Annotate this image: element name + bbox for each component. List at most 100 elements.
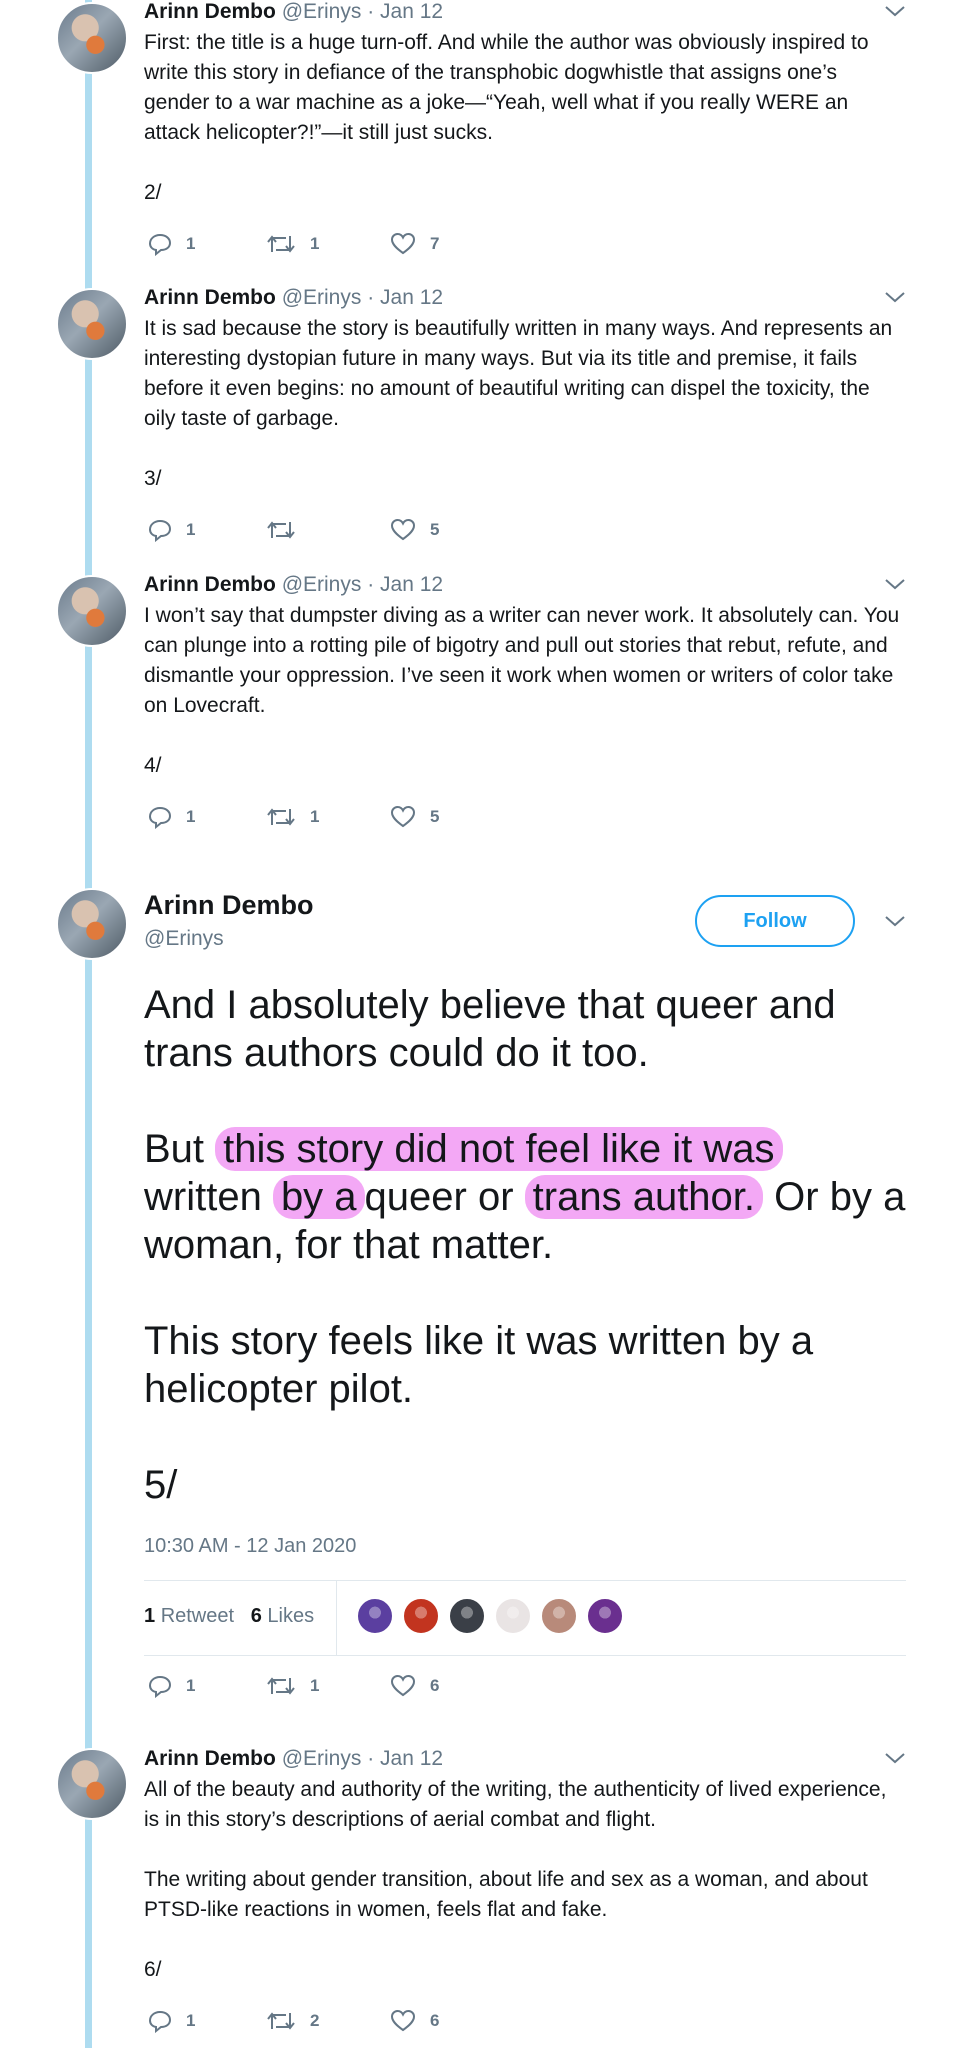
reply-icon: [148, 806, 172, 829]
avatar[interactable]: [56, 1748, 128, 1820]
avatar[interactable]: [56, 575, 128, 647]
retweet-button[interactable]: 2: [266, 2009, 319, 2033]
author-name[interactable]: Arinn Dembo: [144, 573, 276, 596]
retweet-icon: [267, 808, 295, 826]
tweet-date[interactable]: · Jan 12: [367, 286, 443, 309]
retweet-button[interactable]: 1: [266, 232, 319, 256]
heart-icon: [390, 1674, 416, 1697]
retweet-count: 2: [310, 2011, 320, 2030]
tweet-text: It is sad because the story is beautiful…: [144, 314, 906, 434]
like-button[interactable]: 6: [390, 1674, 439, 1698]
text-segment: queer or: [364, 1175, 514, 1219]
tweet-date[interactable]: · Jan 12: [367, 1747, 443, 1770]
highlight-3: trans author.: [524, 1175, 764, 1219]
reply-button[interactable]: 1: [148, 518, 195, 542]
thread-number: 2/: [144, 181, 162, 204]
retweet-icon: [267, 1677, 295, 1695]
chevron-down-icon[interactable]: [884, 4, 906, 18]
tweet-text: First: the title is a huge turn-off. And…: [144, 28, 906, 148]
like-button[interactable]: 7: [390, 232, 439, 256]
retweet-icon: [267, 2012, 295, 2030]
tweet-text: I won’t say that dumpster diving as a wr…: [144, 601, 906, 721]
retweet-total[interactable]: 1: [144, 1605, 155, 1627]
tweet-actions: 1 1 7: [144, 232, 906, 262]
heart-icon: [390, 2009, 416, 2032]
tweet-2: Arinn Dembo @Erinys · Jan 12 First: the …: [144, 0, 906, 262]
reply-count: 1: [186, 807, 196, 826]
tweet-header: Arinn Dembo @Erinys · Jan 12: [144, 0, 906, 24]
liker-avatar[interactable]: [540, 1597, 578, 1635]
tweet-4: Arinn Dembo @Erinys · Jan 12 I won’t say…: [144, 573, 906, 835]
author-handle[interactable]: @Erinys: [282, 286, 362, 309]
reply-button[interactable]: 1: [148, 232, 195, 256]
divider: [336, 1581, 337, 1655]
thread-number: 5/: [144, 1463, 178, 1507]
tweet-text: All of the beauty and authority of the w…: [144, 1775, 906, 1925]
like-button[interactable]: 5: [390, 518, 439, 542]
reply-icon: [148, 519, 172, 542]
follow-button[interactable]: Follow: [695, 895, 855, 947]
like-total[interactable]: 6: [251, 1605, 262, 1627]
author-handle[interactable]: @Erinys: [282, 573, 362, 596]
reply-icon: [148, 1675, 172, 1698]
main-tweet-text: And I absolutely believe that queer and …: [144, 981, 906, 1557]
tweet-timestamp[interactable]: 10:30 AM - 12 Jan 2020: [144, 1535, 906, 1558]
tweet-header: Arinn Dembo @Erinys · Jan 12: [144, 573, 906, 597]
heart-icon: [390, 805, 416, 828]
tweet-header: Arinn Dembo @Erinys · Jan 12: [144, 1747, 906, 1771]
tweet-date[interactable]: · Jan 12: [367, 0, 443, 23]
text-segment: But: [144, 1127, 205, 1171]
reply-button[interactable]: 1: [148, 2009, 195, 2033]
retweet-button[interactable]: [266, 518, 310, 542]
liker-avatar[interactable]: [402, 1597, 440, 1635]
liker-avatar[interactable]: [494, 1597, 532, 1635]
liker-avatar[interactable]: [448, 1597, 486, 1635]
avatar[interactable]: [56, 288, 128, 360]
author-handle[interactable]: @Erinys: [282, 1747, 362, 1770]
like-label[interactable]: Likes: [267, 1605, 314, 1627]
engagement-stats: 1 Retweet 6 Likes: [144, 1580, 906, 1656]
like-count: 5: [430, 807, 440, 826]
tweet-actions: 1 2 6: [144, 2009, 906, 2039]
author-name[interactable]: Arinn Dembo: [144, 0, 276, 23]
retweet-count: 1: [310, 1676, 320, 1695]
tweet-date[interactable]: · Jan 12: [367, 573, 443, 596]
author-handle[interactable]: @Erinys: [282, 0, 362, 23]
like-count: 6: [430, 1676, 440, 1695]
tweet-actions: 1 5: [144, 518, 906, 548]
reply-button[interactable]: 1: [148, 1674, 195, 1698]
chevron-down-icon[interactable]: [884, 914, 906, 928]
highlight-2: by a: [272, 1175, 365, 1219]
author-name[interactable]: Arinn Dembo: [144, 1747, 276, 1770]
author-name[interactable]: Arinn Dembo: [144, 286, 276, 309]
like-button[interactable]: 6: [390, 2009, 439, 2033]
highlight-1: this story did not feel like it was: [215, 1127, 783, 1171]
main-tweet-actions-wrap: 1 1 6: [144, 1674, 906, 1704]
thread-number: 6/: [144, 1958, 162, 1981]
retweet-button[interactable]: 1: [266, 1674, 319, 1698]
retweet-button[interactable]: 1: [266, 805, 319, 829]
liker-avatar[interactable]: [586, 1597, 624, 1635]
tweet-header: Arinn Dembo @Erinys · Jan 12: [144, 286, 906, 310]
like-button[interactable]: 5: [390, 805, 439, 829]
tweet-paragraph: All of the beauty and authority of the w…: [144, 1778, 887, 1831]
reply-count: 1: [186, 2011, 196, 2030]
tweet-paragraph: The writing about gender transition, abo…: [144, 1868, 868, 1921]
avatar[interactable]: [56, 888, 128, 960]
reply-button[interactable]: 1: [148, 805, 195, 829]
reply-icon: [148, 233, 172, 256]
tweet-actions: 1 1 5: [144, 805, 906, 835]
retweet-icon: [267, 521, 295, 539]
chevron-down-icon[interactable]: [884, 1751, 906, 1765]
chevron-down-icon[interactable]: [884, 290, 906, 304]
retweet-label[interactable]: Retweet: [161, 1605, 234, 1627]
main-paragraph-1: And I absolutely believe that queer and …: [144, 983, 836, 1075]
liker-avatars: [356, 1597, 624, 1635]
liker-avatar[interactable]: [356, 1597, 394, 1635]
tweet-paragraph: First: the title is a huge turn-off. And…: [144, 31, 869, 144]
avatar[interactable]: [56, 2, 128, 74]
chevron-down-icon[interactable]: [884, 577, 906, 591]
text-segment: written: [144, 1175, 262, 1219]
tweet-paragraph: It is sad because the story is beautiful…: [144, 317, 893, 430]
heart-icon: [390, 518, 416, 541]
